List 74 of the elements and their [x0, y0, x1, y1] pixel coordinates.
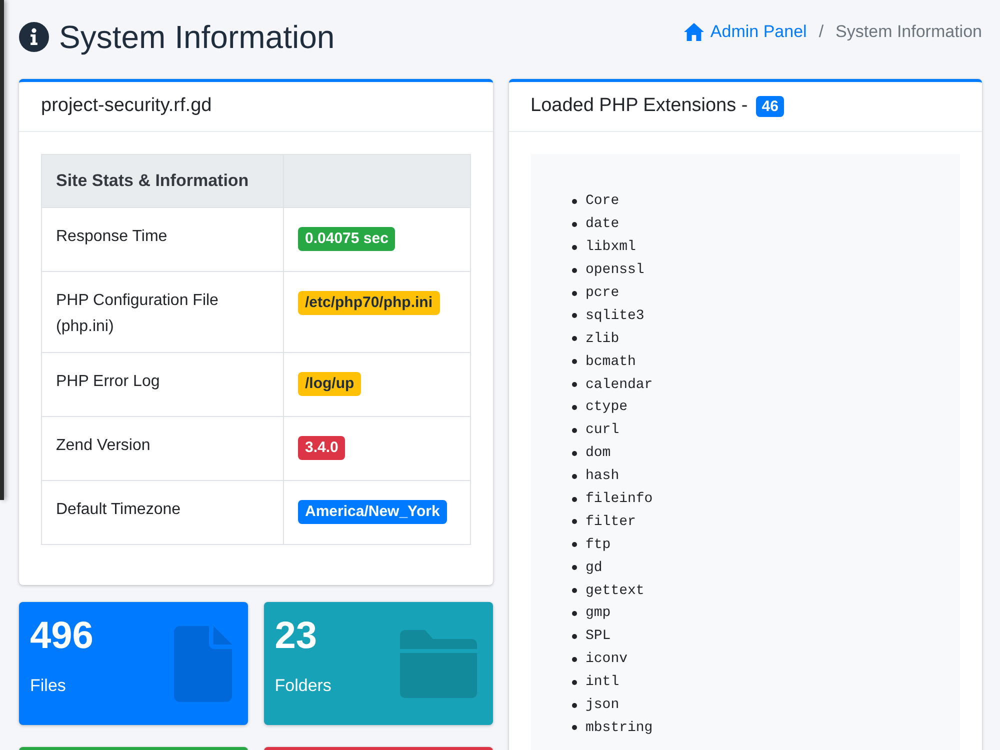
column-header: Site Stats & Information — [42, 154, 284, 208]
bullet-icon — [572, 359, 576, 364]
row-label-cell: Response Time — [42, 208, 284, 272]
folder-icon — [400, 630, 476, 698]
bullet-icon — [572, 222, 576, 227]
extension-name: iconv — [586, 650, 628, 670]
bullet-icon — [572, 382, 576, 388]
file-icon — [174, 626, 232, 702]
bullet-icon — [572, 244, 576, 250]
bullet-icon — [572, 198, 576, 204]
bullet-icon — [572, 404, 576, 410]
extension-name: bcmath — [586, 352, 636, 372]
breadcrumb-link[interactable]: Admin Panel — [684, 19, 807, 45]
extension-name: calendar — [586, 376, 653, 395]
stat-label: Files — [30, 675, 67, 697]
value-badge: /log/up — [298, 372, 362, 396]
value-badge: /etc/php70/php.ini — [298, 291, 440, 315]
stat-label: Folders — [274, 675, 332, 697]
extension-name: filter — [586, 512, 636, 532]
card-title: project-security.rf.gd — [41, 94, 212, 118]
info-icon — [19, 22, 49, 52]
value-badge: America/New_York — [298, 500, 447, 524]
row-label-cell: PHP Configuration File (php.ini) — [42, 272, 284, 352]
extension-name: Core — [586, 192, 620, 212]
extension-name: fileinfo — [586, 490, 653, 510]
bullet-icon — [572, 496, 576, 502]
card-title: Loaded PHP Extensions - — [530, 94, 748, 118]
extension-name: pcre — [586, 284, 620, 303]
extension-name: gd — [586, 558, 602, 578]
bullet-icon — [572, 428, 576, 433]
extension-name: json — [586, 696, 620, 716]
extension-name: openssl — [586, 261, 644, 280]
extension-name: date — [586, 215, 620, 234]
bullet-icon — [572, 725, 576, 730]
bullet-icon — [572, 268, 576, 273]
bullet-icon — [572, 610, 576, 616]
row-label-cell: PHP Error Log — [42, 352, 284, 416]
bullet-icon — [572, 290, 576, 296]
bullet-icon — [572, 634, 576, 639]
bullet-icon — [572, 474, 576, 479]
stat-value: 23 — [274, 614, 318, 658]
bullet-icon — [572, 680, 576, 685]
extension-name: ctype — [586, 398, 628, 418]
bullet-icon — [572, 542, 576, 548]
extension-name: curl — [586, 421, 620, 440]
value-badge: 3.4.0 — [298, 436, 346, 460]
value-badge: 0.04075 sec — [298, 227, 396, 251]
extension-name: gmp — [586, 604, 611, 624]
extension-name: SPL — [586, 627, 611, 646]
extension-name: sqlite3 — [586, 306, 644, 326]
extension-name: ftp — [586, 536, 611, 555]
count-badge: 46 — [756, 96, 784, 117]
bullet-icon — [572, 450, 576, 456]
breadcrumb-current: System Information — [836, 21, 982, 44]
row-label-cell: Default Timezone — [42, 480, 284, 544]
extension-name: libxml — [586, 238, 636, 258]
bullet-icon — [572, 656, 576, 662]
extension-name: intl — [586, 673, 620, 692]
home-icon — [684, 23, 704, 41]
bullet-icon — [572, 313, 576, 318]
stat-value: 496 — [30, 614, 94, 658]
extension-name: mbstring — [586, 718, 653, 738]
bullet-icon — [572, 336, 576, 342]
extension-name: hash — [586, 467, 620, 486]
row-label-cell: Zend Version — [42, 416, 284, 480]
bullet-icon — [572, 565, 576, 570]
extension-name: dom — [586, 444, 611, 464]
breadcrumb-separator: / — [818, 21, 824, 44]
bullet-icon — [572, 588, 576, 594]
bullet-icon — [572, 702, 576, 708]
bullet-icon — [572, 519, 576, 524]
extension-name: gettext — [586, 582, 644, 601]
extension-name: zlib — [586, 330, 620, 349]
page-title: System Information — [59, 18, 335, 57]
